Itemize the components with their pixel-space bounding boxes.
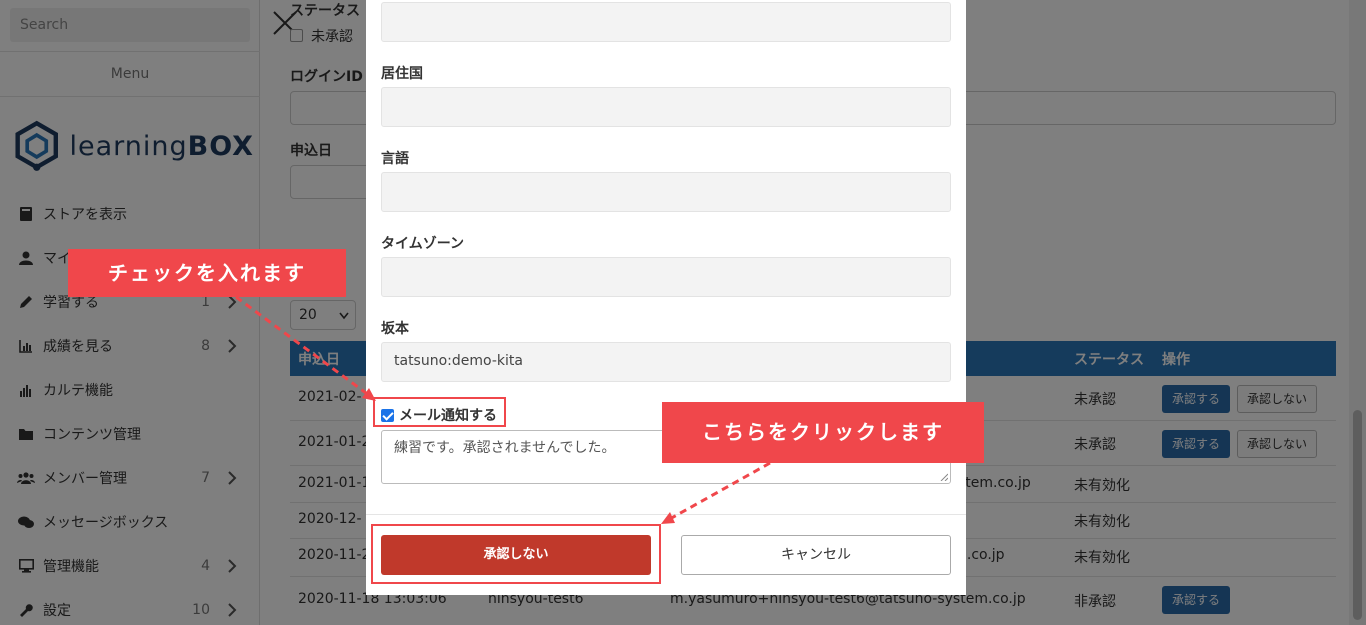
- modal-divider: [366, 514, 966, 515]
- reject-dialog: 居住国 言語 タイムゾーン 坂本 tatsuno:demo-kita メール通知…: [366, 0, 966, 595]
- language-label: 言語: [381, 151, 409, 167]
- sakamoto-label: 坂本: [381, 321, 409, 337]
- callout-check: チェックを入れます: [68, 249, 346, 297]
- sakamoto-field: tatsuno:demo-kita: [381, 342, 951, 382]
- language-field: [381, 172, 951, 212]
- cancel-button[interactable]: キャンセル: [681, 535, 951, 575]
- resize-handle-icon[interactable]: [940, 473, 948, 481]
- country-field: [381, 87, 951, 127]
- timezone-field: [381, 257, 951, 297]
- highlight-mail-notify: [373, 397, 506, 427]
- highlight-reject-button: [371, 524, 661, 584]
- timezone-label: タイムゾーン: [381, 236, 465, 252]
- country-label: 居住国: [381, 66, 423, 82]
- field-input-top: [381, 2, 951, 42]
- callout-click: こちらをクリックします: [662, 402, 984, 463]
